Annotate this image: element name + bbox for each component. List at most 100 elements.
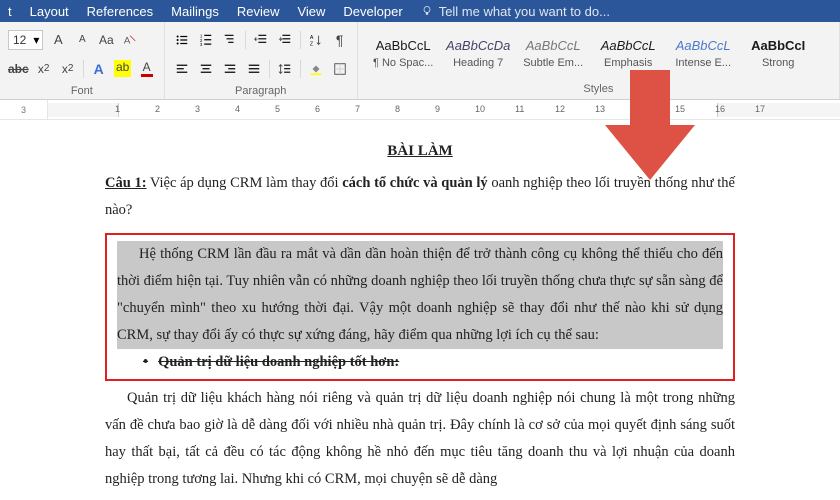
body-paragraph: Quản trị dữ liệu khách hàng nói riêng và… — [105, 385, 735, 492]
multilevel-icon — [223, 33, 237, 47]
shading-button[interactable] — [307, 60, 325, 78]
separator — [245, 31, 246, 49]
style-name: Subtle Em... — [523, 57, 583, 69]
tell-me-label: Tell me what you want to do... — [439, 4, 610, 19]
borders-icon — [333, 62, 347, 76]
q1-bold: cách tổ chức và quản lý — [342, 175, 491, 191]
separator — [83, 60, 84, 78]
show-marks-button[interactable]: ¶ — [331, 31, 349, 49]
strikethrough-button[interactable]: abc — [8, 60, 29, 78]
ruler-tick: 3 — [195, 104, 200, 114]
ruler-tick: 5 — [275, 104, 280, 114]
style-name: Heading 7 — [453, 57, 503, 69]
line-spacing-icon — [278, 62, 292, 76]
style-name: Emphasis — [604, 57, 652, 69]
svg-text:A: A — [124, 35, 131, 46]
highlight-color-button[interactable]: ab — [114, 60, 132, 78]
align-center-button[interactable] — [197, 60, 215, 78]
svg-text:Z: Z — [310, 41, 314, 47]
font-size-combo[interactable]: 12 ▾ — [8, 30, 43, 50]
align-center-icon — [199, 62, 213, 76]
increase-indent-button[interactable] — [276, 31, 294, 49]
paint-bucket-icon — [309, 62, 323, 76]
selected-paragraph[interactable]: Hệ thống CRM lần đầu ra mắt và dần dần h… — [117, 241, 723, 348]
sort-icon: AZ — [309, 33, 323, 47]
change-case-button[interactable]: Aa — [97, 31, 115, 49]
grow-font-button[interactable]: A — [49, 31, 67, 49]
align-left-button[interactable] — [173, 60, 191, 78]
font-group-label: Font — [8, 83, 156, 97]
align-right-icon — [223, 62, 237, 76]
separator — [300, 31, 301, 49]
ruler-tick: 10 — [475, 104, 485, 114]
font-size-value: 12 — [9, 33, 30, 47]
q1-text-a: Việc áp dụng CRM làm thay đổi — [147, 175, 343, 191]
style-preview: AaBbCcL — [526, 38, 581, 53]
styles-group-label: Styles — [366, 81, 831, 95]
style-subtle-emphasis[interactable]: AaBbCcL Subtle Em... — [516, 25, 591, 81]
superscript-button[interactable]: x2 — [59, 60, 77, 78]
style-preview: AaBbCcL — [376, 38, 431, 53]
shrink-font-button[interactable]: A — [73, 31, 91, 49]
subscript-button[interactable]: x2 — [35, 60, 53, 78]
chevron-down-icon: ▾ — [30, 33, 42, 47]
numbering-icon: 123 — [199, 33, 213, 47]
q1-lead: Câu 1: — [105, 175, 147, 191]
ruler-tick: 8 — [395, 104, 400, 114]
eraser-icon: A — [123, 33, 137, 47]
tab-review[interactable]: Review — [237, 4, 280, 19]
style-preview: AaBbCcL — [601, 38, 656, 53]
style-strong[interactable]: AaBbCcI Strong — [741, 25, 816, 81]
style-preview: AaBbCcDa — [446, 38, 510, 53]
font-color-button[interactable]: A — [138, 60, 156, 78]
tab-developer[interactable]: Developer — [343, 4, 402, 19]
ruler[interactable]: 3 1234567891011121314151617 — [0, 100, 840, 120]
style-name: Intense E... — [675, 57, 731, 69]
tab-mailings[interactable]: Mailings — [171, 4, 219, 19]
svg-text:3: 3 — [200, 42, 203, 47]
paragraph-group-label: Paragraph — [173, 83, 349, 97]
multilevel-list-button[interactable] — [221, 31, 239, 49]
bullets-button[interactable] — [173, 31, 191, 49]
align-left-icon — [175, 62, 189, 76]
ruler-tick: 7 — [355, 104, 360, 114]
tab-layout[interactable]: Layout — [30, 4, 69, 19]
ruler-tick: 6 — [315, 104, 320, 114]
outdent-icon — [254, 33, 268, 47]
paragraph-group: 123 AZ ¶ Paragraph — [165, 22, 358, 99]
ruler-tick: 12 — [555, 104, 565, 114]
style-preview: AaBbCcL — [676, 38, 731, 53]
ruler-horizontal[interactable]: 1234567891011121314151617 — [48, 100, 840, 119]
tab-references[interactable]: References — [87, 4, 153, 19]
styles-group: AaBbCcL¶ No Spac... AaBbCcDa Heading 7 Aa… — [358, 22, 840, 99]
tab-view[interactable]: View — [297, 4, 325, 19]
numbering-button[interactable]: 123 — [197, 31, 215, 49]
document-area[interactable]: BÀI LÀM Câu 1: Việc áp dụng CRM làm thay… — [0, 120, 840, 500]
align-right-button[interactable] — [221, 60, 239, 78]
ribbon-tabs: t Layout References Mailings Review View… — [0, 0, 840, 22]
ruler-vertical-value: 3 — [0, 100, 48, 119]
style-heading7[interactable]: AaBbCcDa Heading 7 — [441, 25, 516, 81]
tutorial-arrow-icon — [600, 70, 700, 190]
lightbulb-icon — [421, 5, 433, 17]
style-preview: AaBbCcI — [751, 38, 805, 53]
bullets-icon — [175, 33, 189, 47]
justify-button[interactable] — [245, 60, 263, 78]
struck-bullet-heading: Quản trị dữ liệu doanh nghiệp tốt hơn: — [117, 349, 723, 376]
clear-formatting-button[interactable]: A — [121, 31, 139, 49]
decrease-indent-button[interactable] — [252, 31, 270, 49]
line-spacing-button[interactable] — [276, 60, 294, 78]
tab-partial[interactable]: t — [8, 4, 12, 19]
ruler-tick: 9 — [435, 104, 440, 114]
ruler-tick: 2 — [155, 104, 160, 114]
borders-button[interactable] — [331, 60, 349, 78]
sort-button[interactable]: AZ — [307, 31, 325, 49]
style-name: Strong — [762, 57, 794, 69]
ribbon: 12 ▾ A A Aa A abc x2 x2 A ab A Font — [0, 22, 840, 100]
tell-me-search[interactable]: Tell me what you want to do... — [421, 4, 610, 19]
style-no-spacing[interactable]: AaBbCcL¶ No Spac... — [366, 25, 441, 81]
indent-icon — [278, 33, 292, 47]
separator — [300, 60, 301, 78]
tutorial-highlight-box: Hệ thống CRM lần đầu ra mắt và dần dần h… — [105, 233, 735, 381]
text-effects-button[interactable]: A — [90, 60, 108, 78]
